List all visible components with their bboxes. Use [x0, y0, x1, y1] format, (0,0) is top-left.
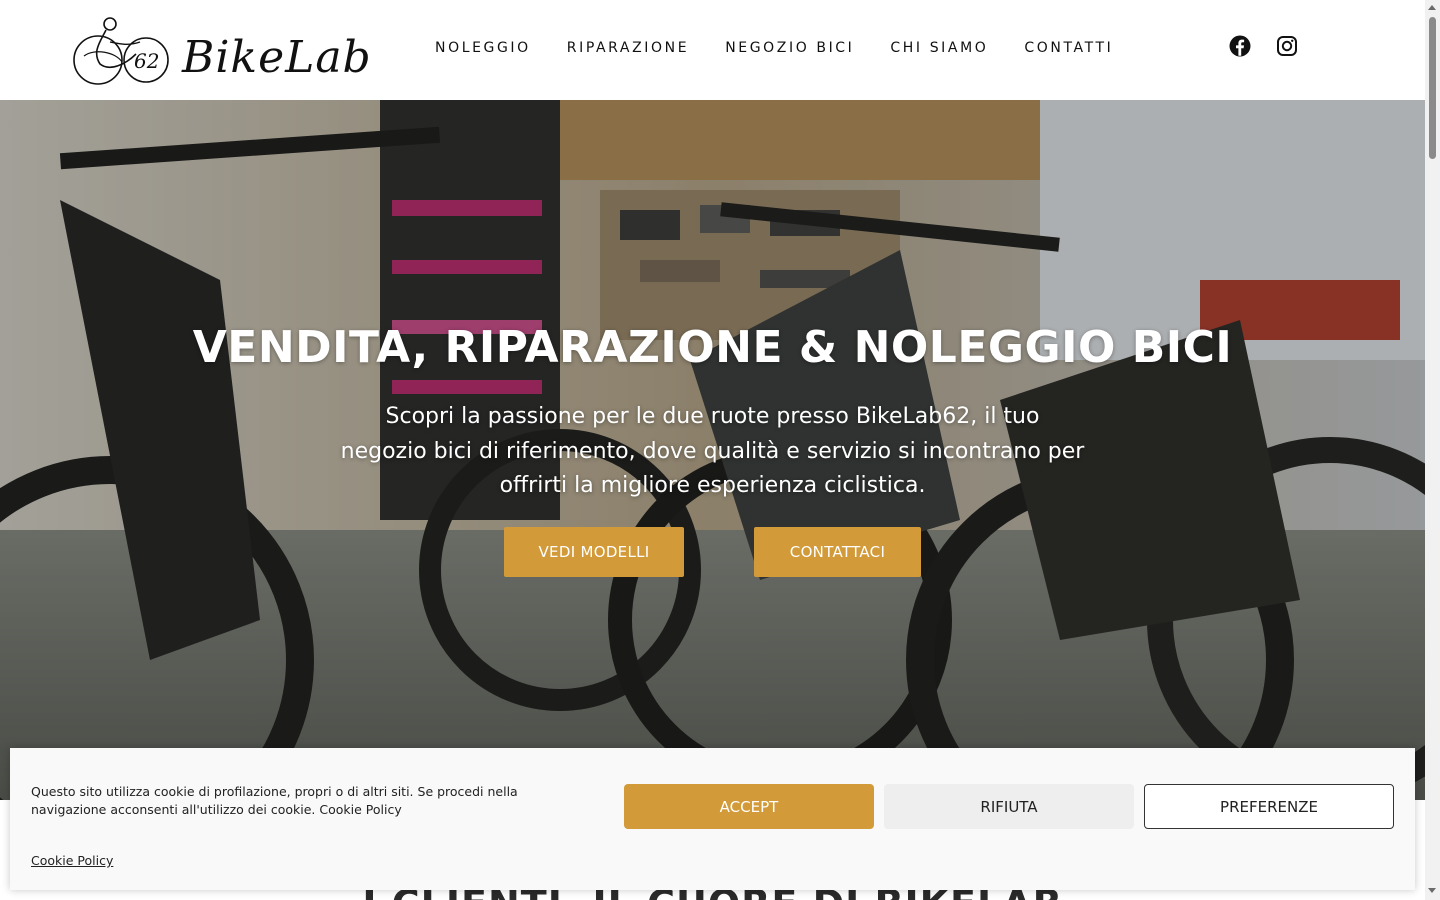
scrollbar-thumb[interactable] — [1429, 17, 1436, 159]
hero-section: VENDITA, RIPARAZIONE & NOLEGGIO BICI Sco… — [0, 100, 1425, 800]
main-nav: NOLEGGIO RIPARAZIONE NEGOZIO BICI CHI SI… — [435, 40, 1113, 56]
instagram-icon[interactable] — [1276, 35, 1298, 57]
scroll-up-arrow-icon[interactable] — [1428, 5, 1436, 10]
accept-cookies-button[interactable]: ACCEPT — [624, 784, 874, 829]
hero-subtitle: Scopri la passione per le due ruote pres… — [340, 404, 1085, 498]
scroll-down-arrow-icon[interactable] — [1428, 888, 1436, 893]
site-header: 62 BikeLab NOLEGGIO RIPARAZIONE NEGOZIO … — [0, 0, 1425, 100]
nav-item-chi-siamo[interactable]: CHI SIAMO — [890, 40, 988, 56]
logo-wordmark: BikeLab — [181, 32, 370, 83]
nav-item-contatti[interactable]: CONTATTI — [1024, 40, 1113, 56]
nav-item-noleggio[interactable]: NOLEGGIO — [435, 40, 531, 56]
cookie-message: Questo sito utilizza cookie di profilazi… — [31, 784, 518, 817]
facebook-icon[interactable] — [1229, 35, 1251, 57]
nav-item-negozio-bici[interactable]: NEGOZIO BICI — [725, 40, 854, 56]
hero-title: VENDITA, RIPARAZIONE & NOLEGGIO BICI — [192, 322, 1233, 373]
contact-us-button[interactable]: CONTATTACI — [754, 527, 921, 577]
reject-cookies-button[interactable]: RIFIUTA — [884, 784, 1134, 829]
logo-graphic: 62 BikeLab — [73, 17, 370, 85]
cookie-policy-link[interactable]: Cookie Policy — [31, 853, 113, 868]
nav-item-riparazione[interactable]: RIPARAZIONE — [567, 40, 689, 56]
cookie-banner: Questo sito utilizza cookie di profilazi… — [10, 748, 1415, 890]
bikelab-logo[interactable]: 62 BikeLab — [70, 12, 370, 88]
logo-number: 62 — [134, 49, 159, 73]
page-scrollbar[interactable] — [1425, 0, 1440, 900]
view-models-button[interactable]: VEDI MODELLI — [504, 527, 684, 577]
cookie-preferences-button[interactable]: PREFERENZE — [1144, 784, 1394, 829]
